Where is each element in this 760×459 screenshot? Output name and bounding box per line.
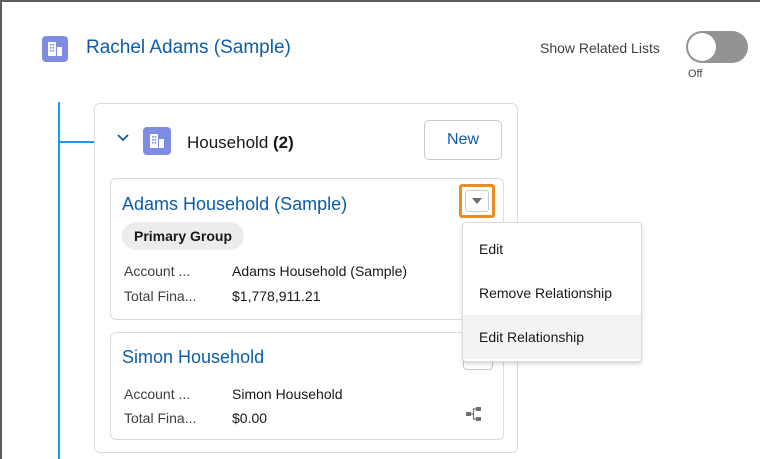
tree-vertical-line: [58, 102, 60, 459]
household-icon: [143, 127, 171, 155]
field-label: Total Fina...: [124, 288, 197, 304]
group-count: (2): [273, 133, 294, 152]
field-value: Simon Household: [232, 386, 343, 402]
primary-group-badge: Primary Group: [122, 222, 245, 250]
field-label: Account ...: [124, 263, 191, 279]
toggle-knob: [688, 33, 716, 61]
field-value: $0.00: [232, 410, 268, 426]
record-title-link[interactable]: Simon Household: [122, 347, 264, 368]
field-value: Adams Household (Sample): [232, 263, 408, 279]
caret-down-icon: [465, 190, 489, 212]
menu-item-remove-relationship[interactable]: Remove Relationship: [463, 271, 641, 315]
account-icon: [42, 36, 68, 62]
row-actions-button[interactable]: [459, 184, 495, 218]
toggle-state-label: Off: [688, 68, 703, 80]
field-value: $1,778,911.21: [232, 288, 321, 304]
menu-item-edit-relationship[interactable]: Edit Relationship: [463, 315, 641, 359]
group-heading: Household (2): [187, 133, 294, 153]
show-related-lists-label: Show Related Lists: [540, 40, 660, 56]
tree-branch-line: [58, 141, 94, 143]
group-title-text: Household: [187, 133, 269, 152]
chevron-down-icon[interactable]: [116, 131, 130, 150]
field-label: Account ...: [124, 386, 191, 402]
menu-item-edit[interactable]: Edit: [463, 227, 641, 271]
show-related-lists-toggle[interactable]: [686, 31, 748, 63]
record-title-link[interactable]: Adams Household (Sample): [122, 194, 347, 215]
hierarchy-icon[interactable]: [465, 406, 483, 427]
row-actions-menu: Edit Remove Relationship Edit Relationsh…: [462, 222, 642, 362]
record-title-link[interactable]: Rachel Adams (Sample): [86, 37, 291, 59]
field-label: Total Fina...: [124, 410, 197, 426]
new-button[interactable]: New: [424, 120, 502, 160]
